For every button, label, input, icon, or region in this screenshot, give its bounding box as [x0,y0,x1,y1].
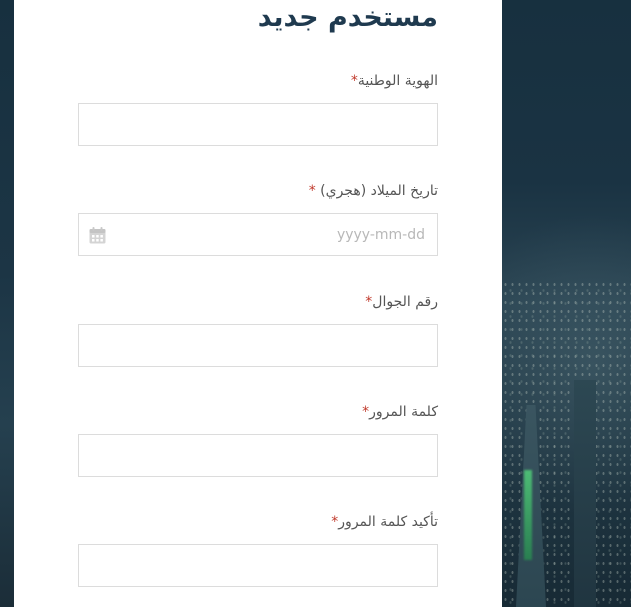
national-id-field[interactable] [78,103,438,146]
password-label: كلمة المرور* [362,404,438,420]
birth-date-label: تاريخ الميلاد (هجري) * [308,183,438,199]
confirm-password-label: تأكيد كلمة المرور* [331,514,438,530]
password-field[interactable] [78,434,438,477]
confirm-password-input[interactable] [79,545,437,586]
mobile-label: رقم الجوال* [365,294,438,310]
national-id-label: الهوية الوطنية* [350,73,438,89]
birth-date-field[interactable] [78,213,438,256]
tower-green-lights [524,470,532,560]
birth-date-input[interactable] [79,214,437,255]
password-input[interactable] [79,435,437,476]
background-image-left [0,0,14,607]
mobile-field[interactable] [78,324,438,367]
required-mark: * [308,183,316,199]
required-mark: * [350,73,358,89]
building-silhouette [574,380,596,607]
background-image-right [502,0,631,607]
confirm-password-field[interactable] [78,544,438,587]
registration-panel: مستخدم جديد الهوية الوطنية* تاريخ الميلا… [14,0,502,607]
page-title: مستخدم جديد [257,2,438,33]
calendar-icon[interactable] [89,227,106,244]
mobile-input[interactable] [79,325,437,366]
national-id-input[interactable] [79,104,437,145]
